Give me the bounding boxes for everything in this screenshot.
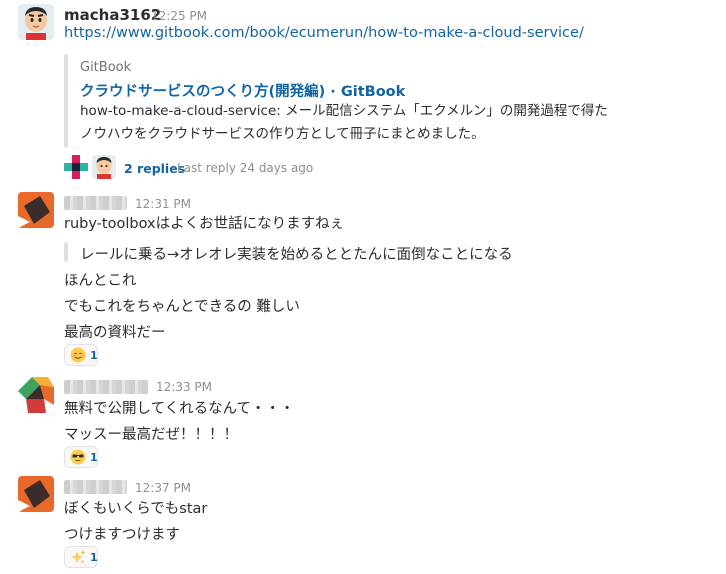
timestamp[interactable]: 12:37 PM — [135, 481, 191, 495]
quote-bar — [64, 242, 68, 262]
colorful-logo-avatar-icon — [18, 377, 54, 413]
reaction-count: 1 — [90, 550, 98, 564]
timestamp[interactable]: 12:25 PM — [151, 9, 207, 23]
thread-participant-avatar — [64, 155, 88, 179]
message-text: https://www.gitbook.com/book/ecumerun/ho… — [64, 25, 584, 41]
username[interactable]: macha3162 — [64, 6, 161, 24]
crayon-boy-avatar-icon — [18, 4, 54, 40]
thread-last-reply: Last reply 24 days ago — [177, 161, 314, 175]
reaction-button[interactable]: 1 — [64, 546, 98, 568]
cross-logo-icon — [64, 155, 88, 179]
attachment-text-line2: ノウハウをクラウドサービスの作り方として冊子にまとめました。 — [80, 126, 485, 142]
message-text: つけますつけます — [64, 527, 180, 543]
message-text: 無料で公開してくれるなんて・・・ — [64, 401, 295, 417]
geometric-logo-avatar-icon — [18, 476, 54, 512]
message-text: ruby-toolboxはよくお世話になりますねぇ — [64, 216, 345, 232]
thread-replies-link[interactable]: 2 replies — [124, 161, 185, 176]
crayon-boy-avatar-icon — [92, 155, 116, 179]
message-text: でもこれをちゃんとできるの 難しい — [64, 299, 300, 315]
timestamp[interactable]: 12:31 PM — [135, 197, 191, 211]
message-text: ほんとこれ — [64, 273, 137, 289]
blush-emoji-icon — [70, 347, 86, 363]
user-avatar[interactable] — [18, 476, 54, 512]
user-avatar[interactable] — [18, 4, 54, 40]
geometric-logo-avatar-icon — [18, 192, 54, 228]
reaction-count: 1 — [90, 348, 98, 362]
thread-participant-avatar — [92, 155, 116, 179]
quoted-text: レールに乗る→オレオレ実装を始めるととたんに面倒なことになる — [80, 247, 513, 263]
user-avatar[interactable] — [18, 192, 54, 228]
attachment-text-line1: how-to-make-a-cloud-service: メール配信システム「エ… — [80, 103, 608, 119]
sparkles-emoji-icon — [70, 549, 86, 565]
username-blurred[interactable] — [64, 380, 148, 394]
attachment-service: GitBook — [80, 60, 132, 75]
message-link[interactable]: https://www.gitbook.com/book/ecumerun/ho… — [64, 25, 584, 41]
username-blurred[interactable] — [64, 480, 127, 494]
username-blurred[interactable] — [64, 196, 127, 210]
message-text: マッスー最高だぜ！！！！ — [64, 427, 238, 443]
reaction-button[interactable]: 1 — [64, 446, 98, 468]
reaction-button[interactable]: 1 — [64, 344, 98, 366]
attachment-bar — [64, 54, 68, 148]
sunglasses-emoji-icon — [70, 449, 86, 465]
timestamp[interactable]: 12:33 PM — [156, 380, 212, 394]
reaction-count: 1 — [90, 450, 98, 464]
user-avatar[interactable] — [18, 377, 54, 413]
message-text: 最高の資料だー — [64, 325, 166, 341]
message-text: ぼくもいくらでもstar — [64, 501, 208, 517]
attachment-title[interactable]: クラウドサービスのつくり方(開発編) · GitBook — [80, 80, 405, 101]
